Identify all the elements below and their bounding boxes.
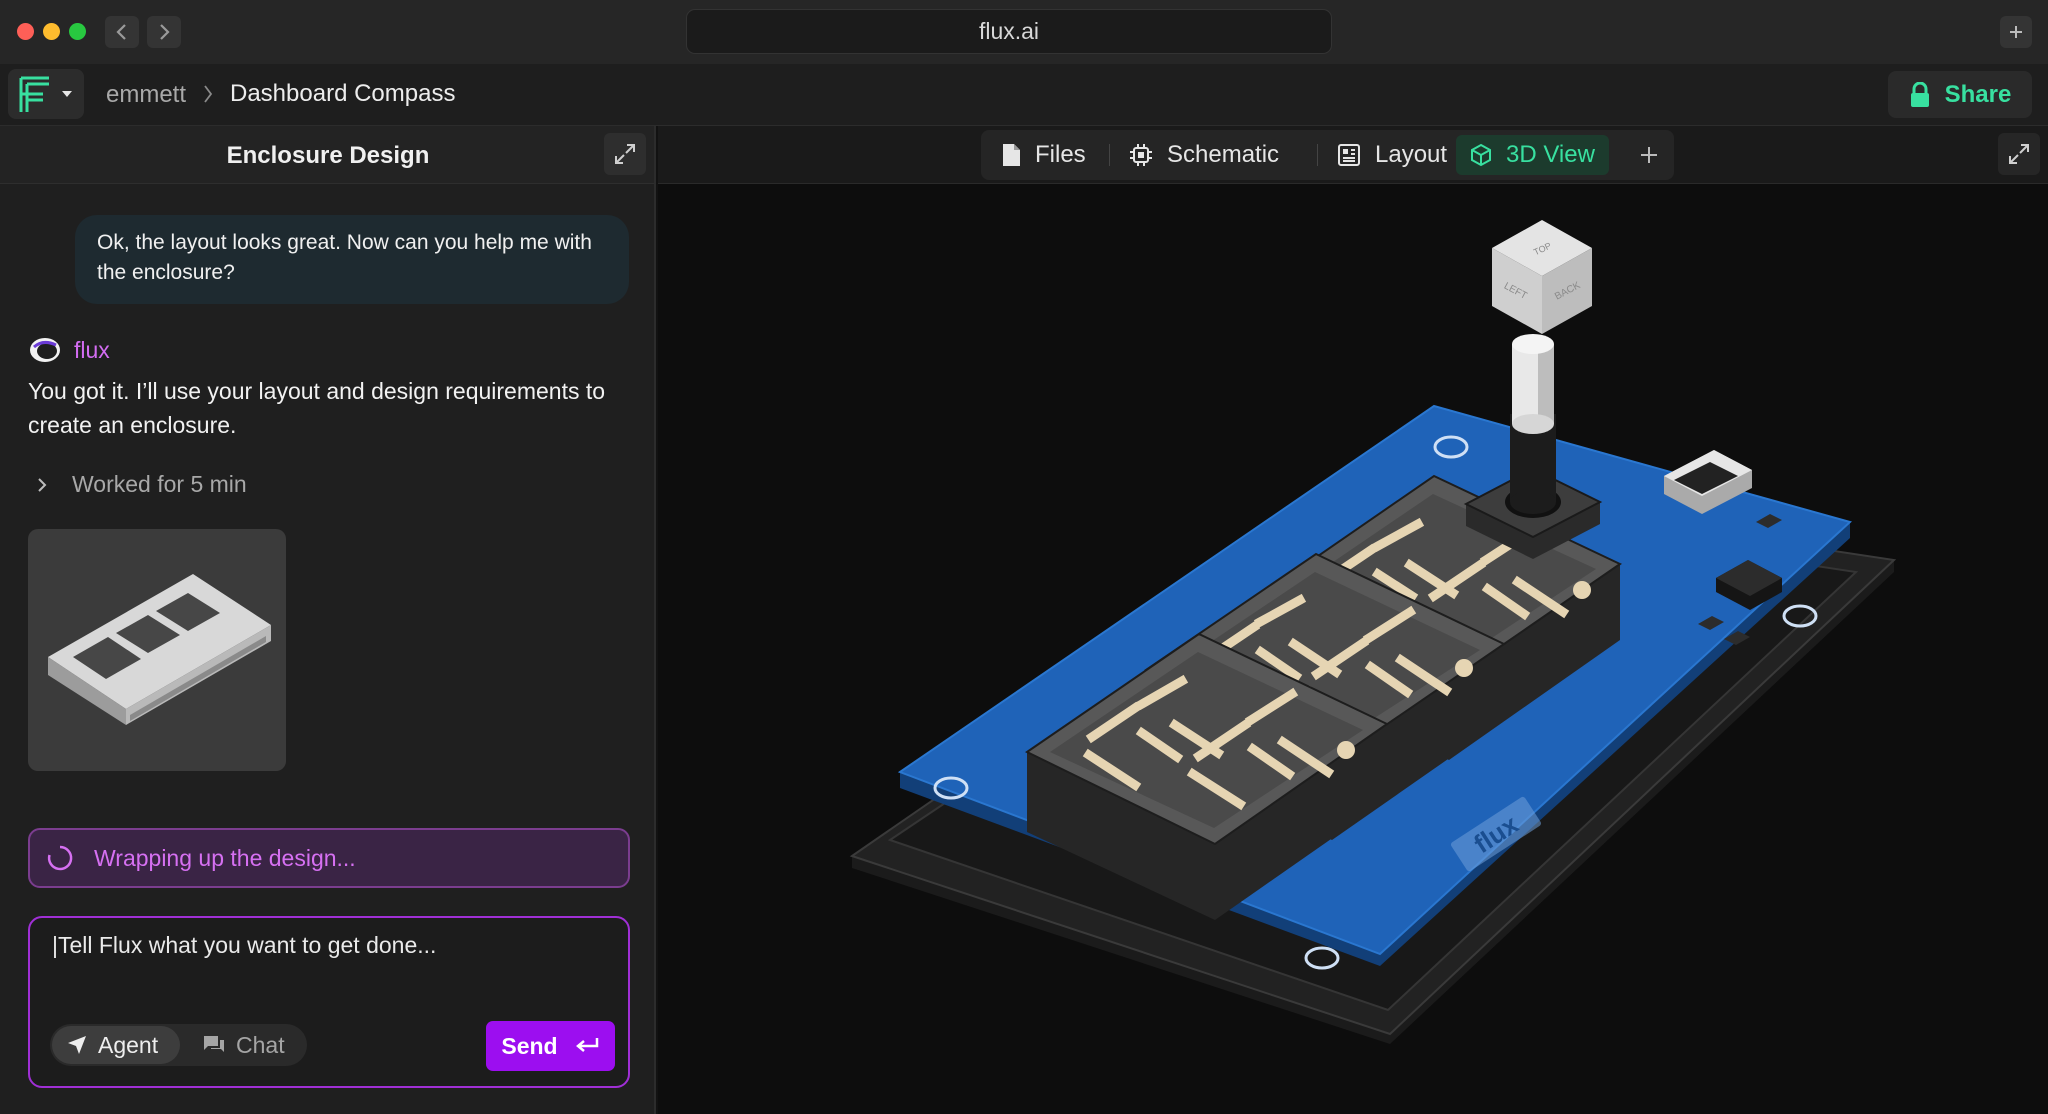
forward-button[interactable] xyxy=(147,16,181,48)
prompt-box: Agent Chat Send xyxy=(28,916,630,1088)
enclosure-preview-image xyxy=(48,574,271,725)
share-label: Share xyxy=(1944,80,2012,108)
chat-mode-button[interactable]: Chat xyxy=(190,1026,300,1064)
workspace-panel: Files Schematic Layout 3D View flux TOP … xyxy=(658,126,2048,1114)
breadcrumb-separator-icon xyxy=(204,85,213,103)
worked-label: Worked for 5 min xyxy=(72,471,247,497)
chat-panel: Enclosure Design Ok, the layout looks gr… xyxy=(0,126,656,1114)
tab-files[interactable]: Files xyxy=(987,135,1100,175)
layout-icon xyxy=(1338,144,1360,166)
tab-layout-label: Layout xyxy=(1375,141,1448,168)
tab-divider xyxy=(1109,144,1110,166)
flux-avatar-icon xyxy=(30,338,60,362)
expand-icon xyxy=(2009,144,2029,164)
lock-icon xyxy=(1910,81,1929,107)
breadcrumb-user[interactable]: emmett xyxy=(106,81,186,109)
status-bar: Wrapping up the design... xyxy=(28,828,630,888)
tab-3d-view-label: 3D View xyxy=(1506,141,1595,168)
enter-icon xyxy=(575,1038,598,1052)
tab-3d-view[interactable]: 3D View xyxy=(1456,135,1609,175)
send-button[interactable]: Send xyxy=(486,1021,615,1071)
minimize-window-button[interactable] xyxy=(43,23,60,40)
breadcrumb-project[interactable]: Dashboard Compass xyxy=(230,80,455,108)
chat-mode-label: Chat xyxy=(236,1031,285,1058)
pcb-3d-render: flux TOP LEFT BACK xyxy=(849,220,1897,1044)
share-button[interactable]: Share xyxy=(1888,71,2032,118)
send-arrow-icon xyxy=(68,1036,86,1054)
chat-bubble-icon xyxy=(204,1036,224,1052)
chevron-right-icon xyxy=(38,477,47,492)
app-menu-button[interactable] xyxy=(8,69,84,119)
file-icon xyxy=(1003,144,1020,166)
address-bar[interactable]: flux.ai xyxy=(686,9,1332,54)
add-tab-button[interactable] xyxy=(1634,139,1664,171)
panel-title: Enclosure Design xyxy=(226,142,430,169)
assistant-message: You got it. I’ll use your layout and des… xyxy=(28,378,606,438)
agent-mode-button[interactable]: Agent xyxy=(52,1026,180,1064)
zoom-window-button[interactable] xyxy=(69,23,86,40)
plus-icon xyxy=(2010,26,2022,38)
chevron-left-icon xyxy=(116,24,126,40)
expand-icon xyxy=(615,144,635,164)
send-label: Send xyxy=(501,1032,558,1059)
plus-icon xyxy=(1641,147,1657,163)
agent-mode-label: Agent xyxy=(98,1031,159,1058)
worked-disclosure[interactable]: Worked for 5 min xyxy=(36,471,247,498)
enclosure-thumbnail[interactable] xyxy=(28,529,286,771)
user-message: Ok, the layout looks great. Now can you … xyxy=(75,215,629,304)
new-tab-button[interactable] xyxy=(2000,16,2032,48)
view-tabs: Files Schematic Layout 3D View xyxy=(981,130,1674,180)
workspace-header: Files Schematic Layout 3D View xyxy=(658,126,2048,184)
chevron-right-icon xyxy=(160,24,170,40)
close-window-button[interactable] xyxy=(17,23,34,40)
status-text: Wrapping up the design... xyxy=(94,844,356,871)
tab-schematic-label: Schematic xyxy=(1167,141,1280,168)
view-cube[interactable]: TOP LEFT BACK xyxy=(1492,220,1592,334)
expand-viewport-button[interactable] xyxy=(1998,133,2040,175)
tab-schematic[interactable]: Schematic xyxy=(1115,135,1293,175)
cube-icon xyxy=(1471,143,1491,167)
chat-panel-header: Enclosure Design xyxy=(0,126,654,184)
spinner-icon xyxy=(47,845,73,871)
address-text: flux.ai xyxy=(978,18,1040,44)
assistant-name: flux xyxy=(74,336,110,363)
app-header: emmett Dashboard Compass Share xyxy=(0,64,2048,126)
window-titlebar: flux.ai xyxy=(0,0,2048,64)
caret-down-icon xyxy=(62,91,72,97)
tab-layout[interactable]: Layout xyxy=(1323,135,1461,175)
tab-files-label: Files xyxy=(1035,141,1086,168)
expand-panel-button[interactable] xyxy=(604,133,646,175)
back-button[interactable] xyxy=(105,16,139,48)
3d-viewport[interactable]: flux TOP LEFT BACK xyxy=(658,184,2048,1114)
mode-toggle: Agent Chat xyxy=(50,1024,307,1066)
prompt-input[interactable] xyxy=(52,932,592,959)
tab-divider xyxy=(1317,144,1318,166)
chip-icon xyxy=(1130,144,1152,166)
assistant-header: flux xyxy=(28,335,110,365)
flux-logo-icon xyxy=(19,76,49,112)
